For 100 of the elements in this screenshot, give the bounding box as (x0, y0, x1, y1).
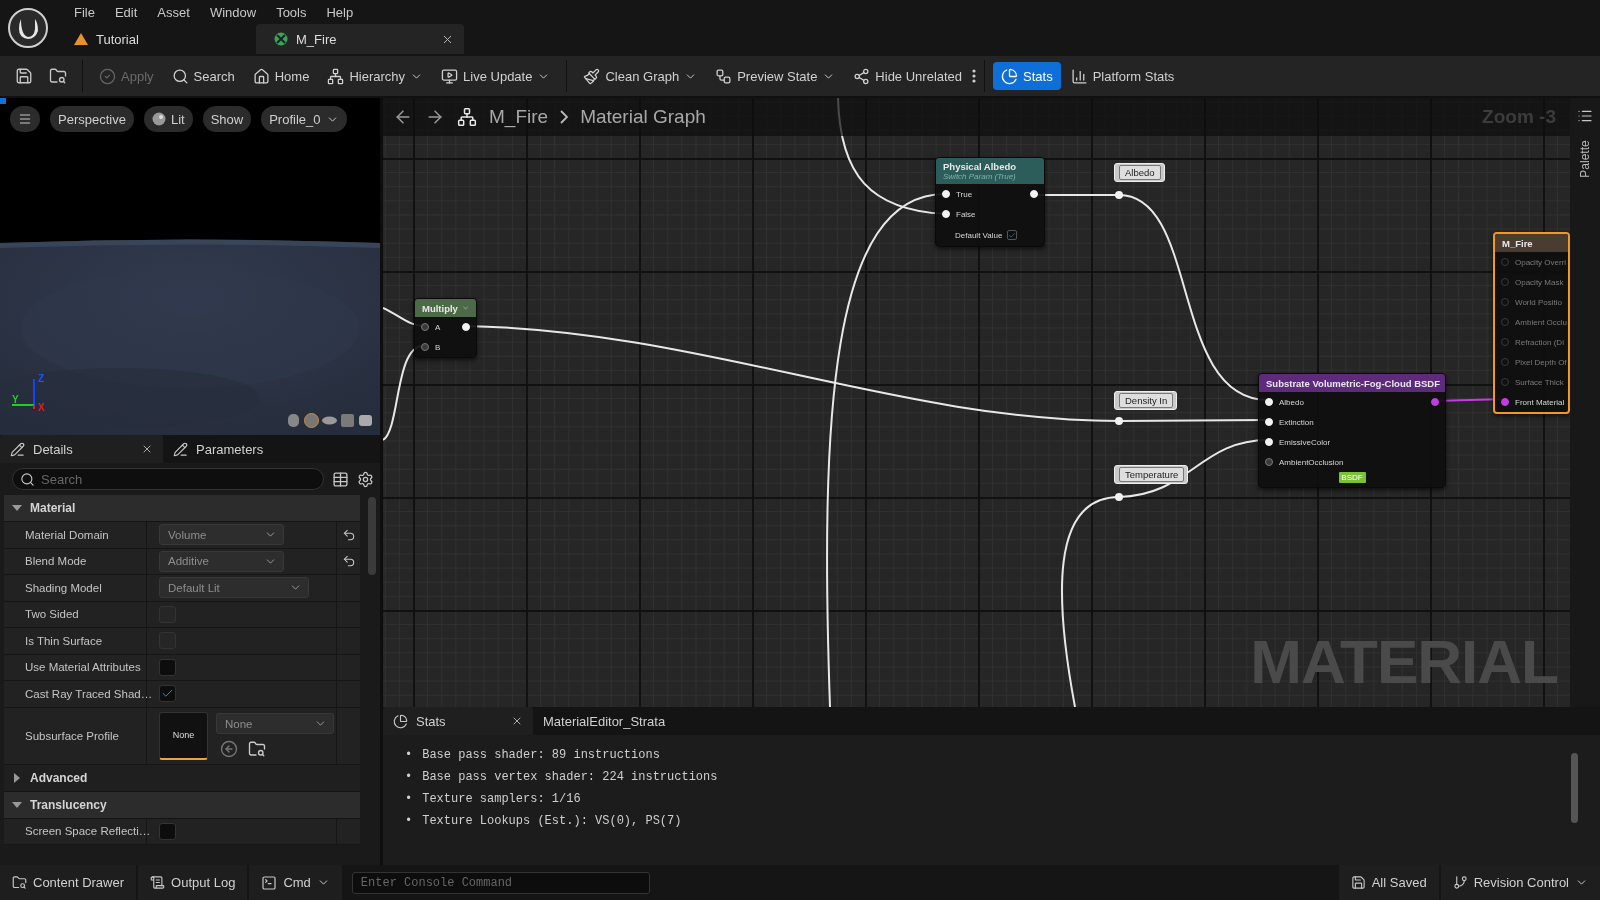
panel-tab[interactable]: MaterialEditor_Strata (533, 707, 713, 735)
chart-icon (393, 713, 408, 729)
menu-item[interactable]: Edit (106, 2, 146, 22)
check-icon (99, 67, 116, 85)
toolbar-button[interactable]: Preview State (707, 62, 844, 90)
property-label: Screen Space Reflecti… (4, 818, 147, 844)
viewport-button[interactable]: Profile_0 (261, 106, 347, 132)
stat-line: Texture samplers: 1/16 (422, 791, 581, 807)
list-icon (1577, 108, 1593, 124)
checkbox[interactable] (159, 658, 176, 676)
menu-item[interactable]: Tools (268, 2, 315, 22)
section-title: Advanced (30, 770, 88, 785)
panel-tab[interactable]: Stats (383, 707, 533, 735)
breadcrumb-link[interactable]: Material Graph (580, 106, 706, 128)
asset-thumbnail[interactable]: None (159, 711, 208, 760)
folder-search-icon (12, 875, 27, 890)
scrollbar[interactable] (1571, 753, 1578, 823)
property-label: Shading Model (4, 575, 147, 601)
reroute-node[interactable]: Albedo (1114, 163, 1165, 182)
menu-item[interactable]: Window (201, 2, 265, 22)
pin-label: Surface Thick (1515, 377, 1564, 387)
panel-tab[interactable]: Parameters (163, 435, 343, 463)
home-icon (252, 67, 270, 85)
toolbar-button[interactable]: Search (163, 62, 243, 90)
graph-node[interactable]: Physical Albedo Switch Param (True) True False Default Value (935, 157, 1045, 247)
toolbar-button[interactable]: Platform Stats (1062, 62, 1183, 90)
preview-shape-button[interactable] (303, 412, 320, 429)
document-tab[interactable]: M_Fire (256, 24, 464, 54)
menu-icon (18, 112, 32, 126)
section-header[interactable]: Translucency (4, 791, 360, 819)
viewport-button[interactable]: Perspective (50, 106, 134, 132)
checkbox[interactable] (1007, 230, 1018, 240)
section-header[interactable]: Advanced (4, 764, 360, 792)
search-icon (171, 67, 189, 85)
preview-shape-button[interactable] (357, 412, 374, 429)
section-title: Material (30, 501, 76, 515)
reroute-dot[interactable] (1115, 191, 1123, 199)
reroute-dot[interactable] (1115, 417, 1123, 425)
section-header[interactable]: Material (4, 495, 360, 522)
property-label: Blend Mode (4, 548, 147, 574)
checkbox[interactable] (159, 685, 176, 703)
triangle-icon (74, 33, 88, 45)
checkbox[interactable] (159, 822, 176, 840)
cmd-button[interactable]: Cmd (249, 865, 342, 900)
toolbar-button[interactable]: Hierarchy (319, 62, 432, 90)
viewport[interactable]: Perspective Lit Show Profile_0 Z Y X (0, 98, 380, 435)
node-badge: BSDF (1338, 472, 1366, 483)
close-icon (511, 715, 523, 727)
dropdown[interactable]: None (216, 713, 334, 734)
node-title: M_Fire (1502, 237, 1533, 249)
toolbar-button[interactable]: Hide Unrelated (845, 62, 971, 90)
scrollbar[interactable] (368, 497, 376, 575)
status-button[interactable]: Revision Control (1440, 865, 1600, 900)
toolbar-button[interactable]: Home (244, 62, 318, 90)
dropdown[interactable]: Default Lit (159, 577, 309, 599)
nodes-icon (853, 67, 871, 85)
menu-item[interactable]: Help (318, 2, 362, 22)
toolbar-button[interactable]: Stats (993, 62, 1061, 90)
reroute-node[interactable]: Density In (1114, 391, 1178, 410)
status-button[interactable]: Content Drawer (0, 865, 137, 900)
panel-tab[interactable]: Details (0, 435, 163, 463)
toolbar-button[interactable]: Live Update (433, 62, 559, 90)
pin-label: Pixel Depth Of (1515, 357, 1567, 367)
check-icon (1008, 230, 1017, 240)
bullet: • (405, 792, 413, 806)
axis-label: X (38, 402, 45, 413)
console-field[interactable]: Enter Console Command (351, 871, 650, 894)
reroute-label: Albedo (1119, 165, 1161, 180)
node-title: Physical Albedo (943, 161, 1017, 172)
pin-label: Albedo (1279, 397, 1304, 407)
reroute-node[interactable]: Temperature (1114, 465, 1189, 484)
menu-item[interactable]: Asset (149, 2, 198, 22)
pin-label: Refraction (Di (1515, 337, 1564, 347)
axis-label: Y (12, 394, 19, 405)
menu-item[interactable]: File (66, 2, 103, 22)
stat-line: Base pass vertex shader: 224 instructions (422, 769, 718, 785)
reroute-dot[interactable] (1115, 493, 1123, 501)
workflow-icon (715, 67, 733, 85)
preview-shape-button[interactable] (339, 412, 356, 429)
logo-icon[interactable] (7, 7, 49, 49)
sphere-icon (303, 412, 320, 429)
toolbar-button[interactable]: Clean Graph (575, 62, 706, 90)
search-field[interactable]: Search (12, 468, 324, 490)
more-icon[interactable] (972, 69, 977, 83)
status-button[interactable]: All Saved (1338, 865, 1439, 900)
status-button[interactable]: Output Log (138, 865, 248, 900)
stat-line: Texture Lookups (Est.): VS(0), PS(7) (422, 813, 682, 829)
dropdown[interactable]: Volume (159, 524, 284, 546)
bullet: • (405, 814, 413, 828)
pin-label: Opacity Overri (1515, 257, 1567, 267)
breadcrumb-link[interactable]: M_Fire (489, 106, 549, 128)
monitor-icon (441, 67, 459, 85)
property-label: Two Sided (4, 601, 147, 627)
reset-icon[interactable] (341, 527, 356, 542)
dropdown[interactable]: Additive (159, 550, 284, 572)
document-tab[interactable]: Tutorial (56, 24, 256, 54)
palette-tab[interactable]: Palette (1578, 140, 1592, 178)
preview-shape-button[interactable] (285, 412, 302, 429)
reset-icon[interactable] (341, 554, 356, 569)
material-icon (274, 32, 288, 46)
